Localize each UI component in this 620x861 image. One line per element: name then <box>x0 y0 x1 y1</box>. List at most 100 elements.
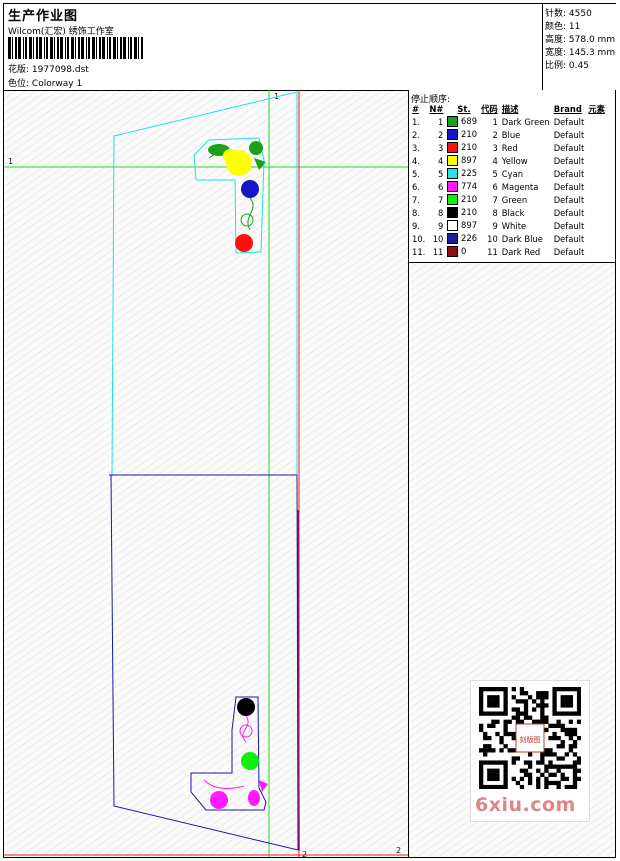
qr-module <box>495 768 500 773</box>
row-index: 4. <box>412 155 420 166</box>
row-brand: Default <box>553 220 585 231</box>
barcode-bar <box>39 37 42 59</box>
qr-module <box>556 756 561 761</box>
color-swatch-icon <box>447 116 459 127</box>
barcode-bar <box>54 37 55 59</box>
qr-module <box>499 748 504 753</box>
row-stitches: 225 <box>461 168 478 178</box>
qr-module <box>503 723 508 728</box>
qr-module <box>536 691 541 696</box>
qr-module <box>544 695 549 700</box>
row-index: 10. <box>412 233 426 244</box>
color-stop-legend: 停止顺序: # N# St. 代码 描述 Brand 元素 1. 1 689 1 Da… <box>409 90 615 263</box>
qr-module <box>479 760 484 765</box>
row-swatch-stitches: 210 <box>445 193 479 206</box>
upper-vine-loop <box>240 213 254 227</box>
qr-module <box>527 776 533 782</box>
qr-module <box>503 703 508 708</box>
qr-module <box>487 711 492 716</box>
qr-module <box>503 744 508 749</box>
qr-module <box>576 776 581 782</box>
qr-module <box>483 731 488 737</box>
qr-module <box>564 695 569 700</box>
qr-module <box>527 760 533 765</box>
qr-module <box>491 719 496 724</box>
qr-module <box>556 784 561 789</box>
qr-module <box>564 776 569 782</box>
color-swatch-icon <box>447 207 459 218</box>
qr-module <box>511 760 516 765</box>
qr-module <box>527 695 533 700</box>
col-header-brand: Brand <box>553 104 582 114</box>
qr-module <box>487 687 492 692</box>
qr-module <box>560 703 565 708</box>
barcode-bar <box>107 37 108 59</box>
qr-module <box>503 711 508 716</box>
stat-colors-label: 颜色: <box>545 22 567 32</box>
qr-module <box>527 752 533 757</box>
row-stitches: 897 <box>461 155 478 165</box>
sheet-header: 生产作业图 Wilcom(汇宏) 绣饰工作室 花版: 1977098.dst 色… <box>4 4 615 91</box>
qr-module <box>552 752 557 757</box>
color-swatch-icon <box>447 155 459 166</box>
stat-width: 宽度: 145.3 mm <box>545 45 615 58</box>
barcode-bar <box>33 37 34 59</box>
qr-module <box>532 699 537 704</box>
qr-module <box>536 784 541 789</box>
qr-module <box>544 784 549 789</box>
qr-module <box>544 764 549 769</box>
qr-module <box>499 711 504 716</box>
barcode-bar <box>75 37 76 59</box>
barcode-bar <box>96 37 97 59</box>
qr-module <box>568 719 574 724</box>
qr-module <box>511 695 516 700</box>
color-stop-row: 3. 3 210 3 Red Default <box>410 141 607 154</box>
qr-module <box>487 699 492 704</box>
qr-module <box>572 687 578 692</box>
barcode-bar <box>120 37 122 59</box>
qr-module <box>507 719 512 724</box>
qr-module <box>479 780 484 786</box>
qr-module <box>495 711 500 716</box>
qr-module <box>503 731 508 737</box>
design-file-value: 1977098.dst <box>31 65 89 75</box>
qr-module <box>544 752 549 757</box>
row-description: Blue <box>501 129 521 140</box>
row-description: Yellow <box>501 155 528 166</box>
qr-module <box>556 711 561 716</box>
qr-module <box>503 687 508 692</box>
col-header-description: 描述 <box>501 104 519 114</box>
qr-module <box>491 711 496 716</box>
qr-module <box>515 707 520 712</box>
qr-module <box>527 780 533 786</box>
qr-module <box>479 711 484 716</box>
barcode-bar <box>109 37 111 59</box>
qr-module <box>548 748 553 753</box>
qr-module <box>572 760 578 765</box>
row-index: 7. <box>412 194 420 205</box>
qr-module <box>503 727 508 733</box>
row-code: 3 <box>492 142 498 153</box>
row-code: 8 <box>492 207 498 218</box>
row-brand: Default <box>553 129 585 140</box>
qr-module <box>540 691 545 696</box>
qr-module <box>552 772 557 777</box>
qr-module <box>532 719 537 724</box>
barcode-bar <box>128 37 129 59</box>
barcode-bar <box>57 37 59 59</box>
row-stitches: 689 <box>461 116 478 126</box>
qr-module <box>479 727 484 733</box>
row-swatch-stitches: 210 <box>445 128 479 141</box>
qr-module <box>560 711 565 716</box>
qr-module <box>491 748 496 753</box>
qr-module <box>519 711 525 716</box>
qr-module <box>511 776 516 782</box>
qr-module <box>487 744 492 749</box>
row-stitches: 210 <box>461 207 478 217</box>
qr-module <box>527 715 533 720</box>
row-code: 6 <box>492 181 498 192</box>
barcode-bar <box>25 37 27 59</box>
stat-stitches-label: 针数: <box>545 9 567 19</box>
qr-module <box>576 768 581 773</box>
col-header-index: # <box>412 104 420 114</box>
